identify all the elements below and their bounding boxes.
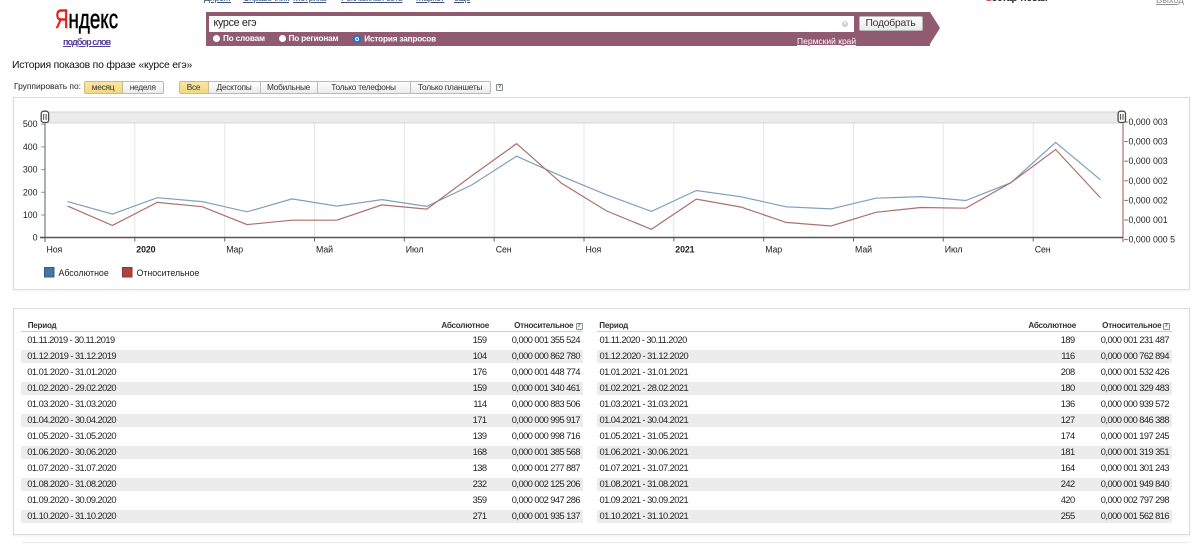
svg-text:Май: Май — [316, 245, 333, 255]
svg-text:0,000 001: 0,000 001 — [1129, 215, 1168, 225]
svg-text:2020: 2020 — [136, 245, 155, 255]
svg-text:Сен: Сен — [1035, 245, 1051, 255]
svg-text:0,000 003: 0,000 003 — [1129, 117, 1168, 127]
svg-text:Мар: Мар — [765, 245, 782, 255]
svg-text:100: 100 — [23, 210, 38, 220]
svg-text:0,000 003: 0,000 003 — [1129, 156, 1168, 166]
svg-text:Май: Май — [855, 245, 872, 255]
svg-text:0,000 002: 0,000 002 — [1129, 176, 1168, 186]
svg-text:200: 200 — [23, 187, 38, 197]
svg-text:Относительное: Относительное — [137, 268, 200, 278]
svg-text:Абсолютное: Абсолютное — [59, 268, 109, 278]
svg-text:0,000 003: 0,000 003 — [1129, 137, 1168, 147]
svg-text:Июл: Июл — [945, 245, 963, 255]
svg-text:0: 0 — [33, 233, 38, 243]
svg-text:0,000 002: 0,000 002 — [1129, 195, 1168, 205]
svg-text:500: 500 — [23, 119, 38, 129]
svg-text:0,000 000 5: 0,000 000 5 — [1129, 235, 1176, 245]
svg-text:Ноя: Ноя — [586, 245, 602, 255]
svg-text:400: 400 — [23, 142, 38, 152]
svg-text:Июл: Июл — [406, 245, 424, 255]
svg-text:2021: 2021 — [675, 245, 694, 255]
svg-text:Сен: Сен — [496, 245, 512, 255]
svg-text:300: 300 — [23, 165, 38, 175]
svg-text:Мар: Мар — [226, 245, 243, 255]
svg-text:Ноя: Ноя — [47, 245, 63, 255]
